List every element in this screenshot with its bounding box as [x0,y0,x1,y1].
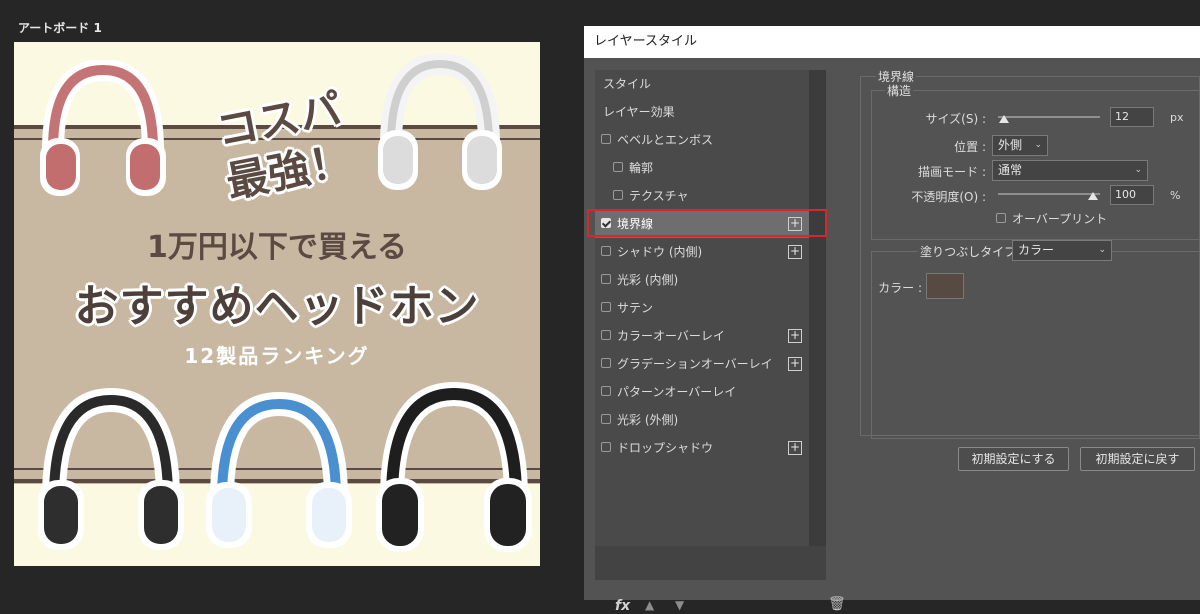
artboard-title: おすすめヘッドホン [74,281,480,332]
style-list-item-label: グラデーションオーバーレイ [617,357,773,371]
make-default-button[interactable]: 初期設定にする [958,447,1069,471]
blend-mode-dropdown[interactable]: 通常 ⌄ [992,160,1148,181]
position-value: 外側 [998,138,1023,152]
style-list-item[interactable]: シャドウ (内側) + [595,238,809,266]
style-list-item[interactable]: グラデーションオーバーレイ + [595,350,809,378]
opacity-input[interactable]: 100 [1110,185,1154,205]
fill-type-value: カラー [1018,243,1055,257]
checkbox[interactable] [601,330,611,340]
checkbox[interactable] [601,274,611,284]
style-list-item[interactable]: カラーオーバーレイ + [595,322,809,350]
artboard-subtitle: 1万円以下で買える [147,230,407,265]
headphone-image-black-large [376,382,532,552]
artboard-label[interactable]: アートボード 1 [18,19,102,36]
chevron-down-icon: ⌄ [1034,140,1042,150]
style-list-item-label: シャドウ (内側) [617,245,703,259]
headphone-image-blue [206,392,352,548]
artboard-ranking-text: 12製品ランキング [184,344,370,368]
selected-item-highlight [587,209,827,237]
style-list-item[interactable]: 光彩 (外側) [595,406,809,434]
layer-style-dialog: レイヤースタイル スタイル レイヤー効果 ベベルとエンボス 輪郭 テクスチャ 境界線 + シャ… [584,26,1200,614]
dialog-title[interactable]: レイヤースタイル [584,26,1200,58]
checkbox[interactable] [613,190,623,200]
style-list-item[interactable]: 輪郭 [595,154,809,182]
checkbox[interactable] [601,246,611,256]
style-list-item-label: テクスチャ [629,189,689,203]
style-list-item-label: サテン [617,301,654,315]
color-label: カラー : [878,281,922,295]
opacity-unit: % [1170,189,1181,202]
styles-list-scrollbar[interactable] [809,70,826,546]
checkbox[interactable] [601,302,611,312]
stroke-color-swatch[interactable] [926,273,964,299]
style-list-item-label: ベベルとエンボス [617,133,714,147]
checkbox[interactable] [601,358,611,368]
blend-mode-value: 通常 [998,163,1023,177]
size-slider-thumb[interactable] [999,115,1010,123]
checkbox[interactable] [601,386,611,396]
style-list-item-label: 輪郭 [629,161,654,175]
size-input[interactable]: 12 [1110,107,1154,127]
size-label: サイズ(S) : [925,112,986,126]
chevron-down-icon: ⌄ [1134,165,1142,175]
style-list-item[interactable]: ベベルとエンボス [595,126,809,154]
fx-icon[interactable]: fx [615,598,630,614]
arrow-down-icon[interactable]: ▼ [675,598,684,612]
checkbox[interactable] [601,414,611,424]
opacity-slider-thumb[interactable] [1088,192,1098,200]
style-list-item[interactable]: スタイル [595,70,809,98]
style-list-item[interactable]: レイヤー効果 [595,98,809,126]
arrow-up-icon[interactable]: ▲ [645,598,654,612]
plus-icon[interactable]: + [788,329,802,343]
style-list-item-label: 光彩 (内側) [617,273,679,287]
style-list-item[interactable]: テクスチャ [595,182,809,210]
style-list-item[interactable]: サテン [595,294,809,322]
structure-title: 構造 [885,82,914,99]
style-list-item-label: レイヤー効果 [603,105,675,119]
artboard-canvas[interactable]: コスパ 最強！ 1万円以下で買える おすすめヘッドホン 12製品ランキング [14,42,540,566]
style-list-item[interactable]: パターンオーバーレイ [595,378,809,406]
chevron-down-icon: ⌄ [1098,245,1106,255]
headphone-image-black [38,388,184,550]
headphone-image-red [40,60,166,196]
checkbox[interactable] [613,162,623,172]
styles-list: スタイル レイヤー効果 ベベルとエンボス 輪郭 テクスチャ 境界線 + シャドウ (内側) + 光… [595,70,809,546]
position-dropdown[interactable]: 外側 ⌄ [992,135,1048,156]
plus-icon[interactable]: + [788,441,802,455]
position-label: 位置 : [954,140,986,154]
size-slider-track[interactable] [998,116,1100,118]
size-unit: px [1170,111,1184,124]
fill-type-dropdown[interactable]: カラー ⌄ [1012,240,1112,261]
style-list-item-label: ドロップシャドウ [617,441,714,455]
plus-icon[interactable]: + [788,245,802,259]
style-list-item[interactable]: 光彩 (内側) [595,266,809,294]
headphone-image-white [378,54,502,190]
blend-mode-label: 描画モード : [918,165,986,179]
overprint-label[interactable]: オーバープリント [1012,210,1107,227]
styles-panel: スタイル レイヤー効果 ベベルとエンボス 輪郭 テクスチャ 境界線 + シャドウ (内側) + 光… [595,70,846,614]
style-list-item[interactable]: ドロップシャドウ + [595,434,809,462]
style-list-item-label: スタイル [603,77,652,91]
style-list-item-label: カラーオーバーレイ [617,329,725,343]
opacity-slider-track[interactable] [998,193,1100,195]
reset-default-button[interactable]: 初期設定に戻す [1080,447,1195,471]
checkbox[interactable] [601,442,611,452]
fill-type-label: 塗りつぶしタイプ : [918,243,1026,260]
opacity-label: 不透明度(O) : [911,190,986,204]
style-list-item-label: パターンオーバーレイ [617,385,737,399]
plus-icon[interactable]: + [788,357,802,371]
checkbox[interactable] [601,134,611,144]
overprint-checkbox[interactable] [996,213,1006,223]
trash-icon[interactable]: 🗑 [828,596,846,612]
style-list-item-label: 光彩 (外側) [617,413,679,427]
